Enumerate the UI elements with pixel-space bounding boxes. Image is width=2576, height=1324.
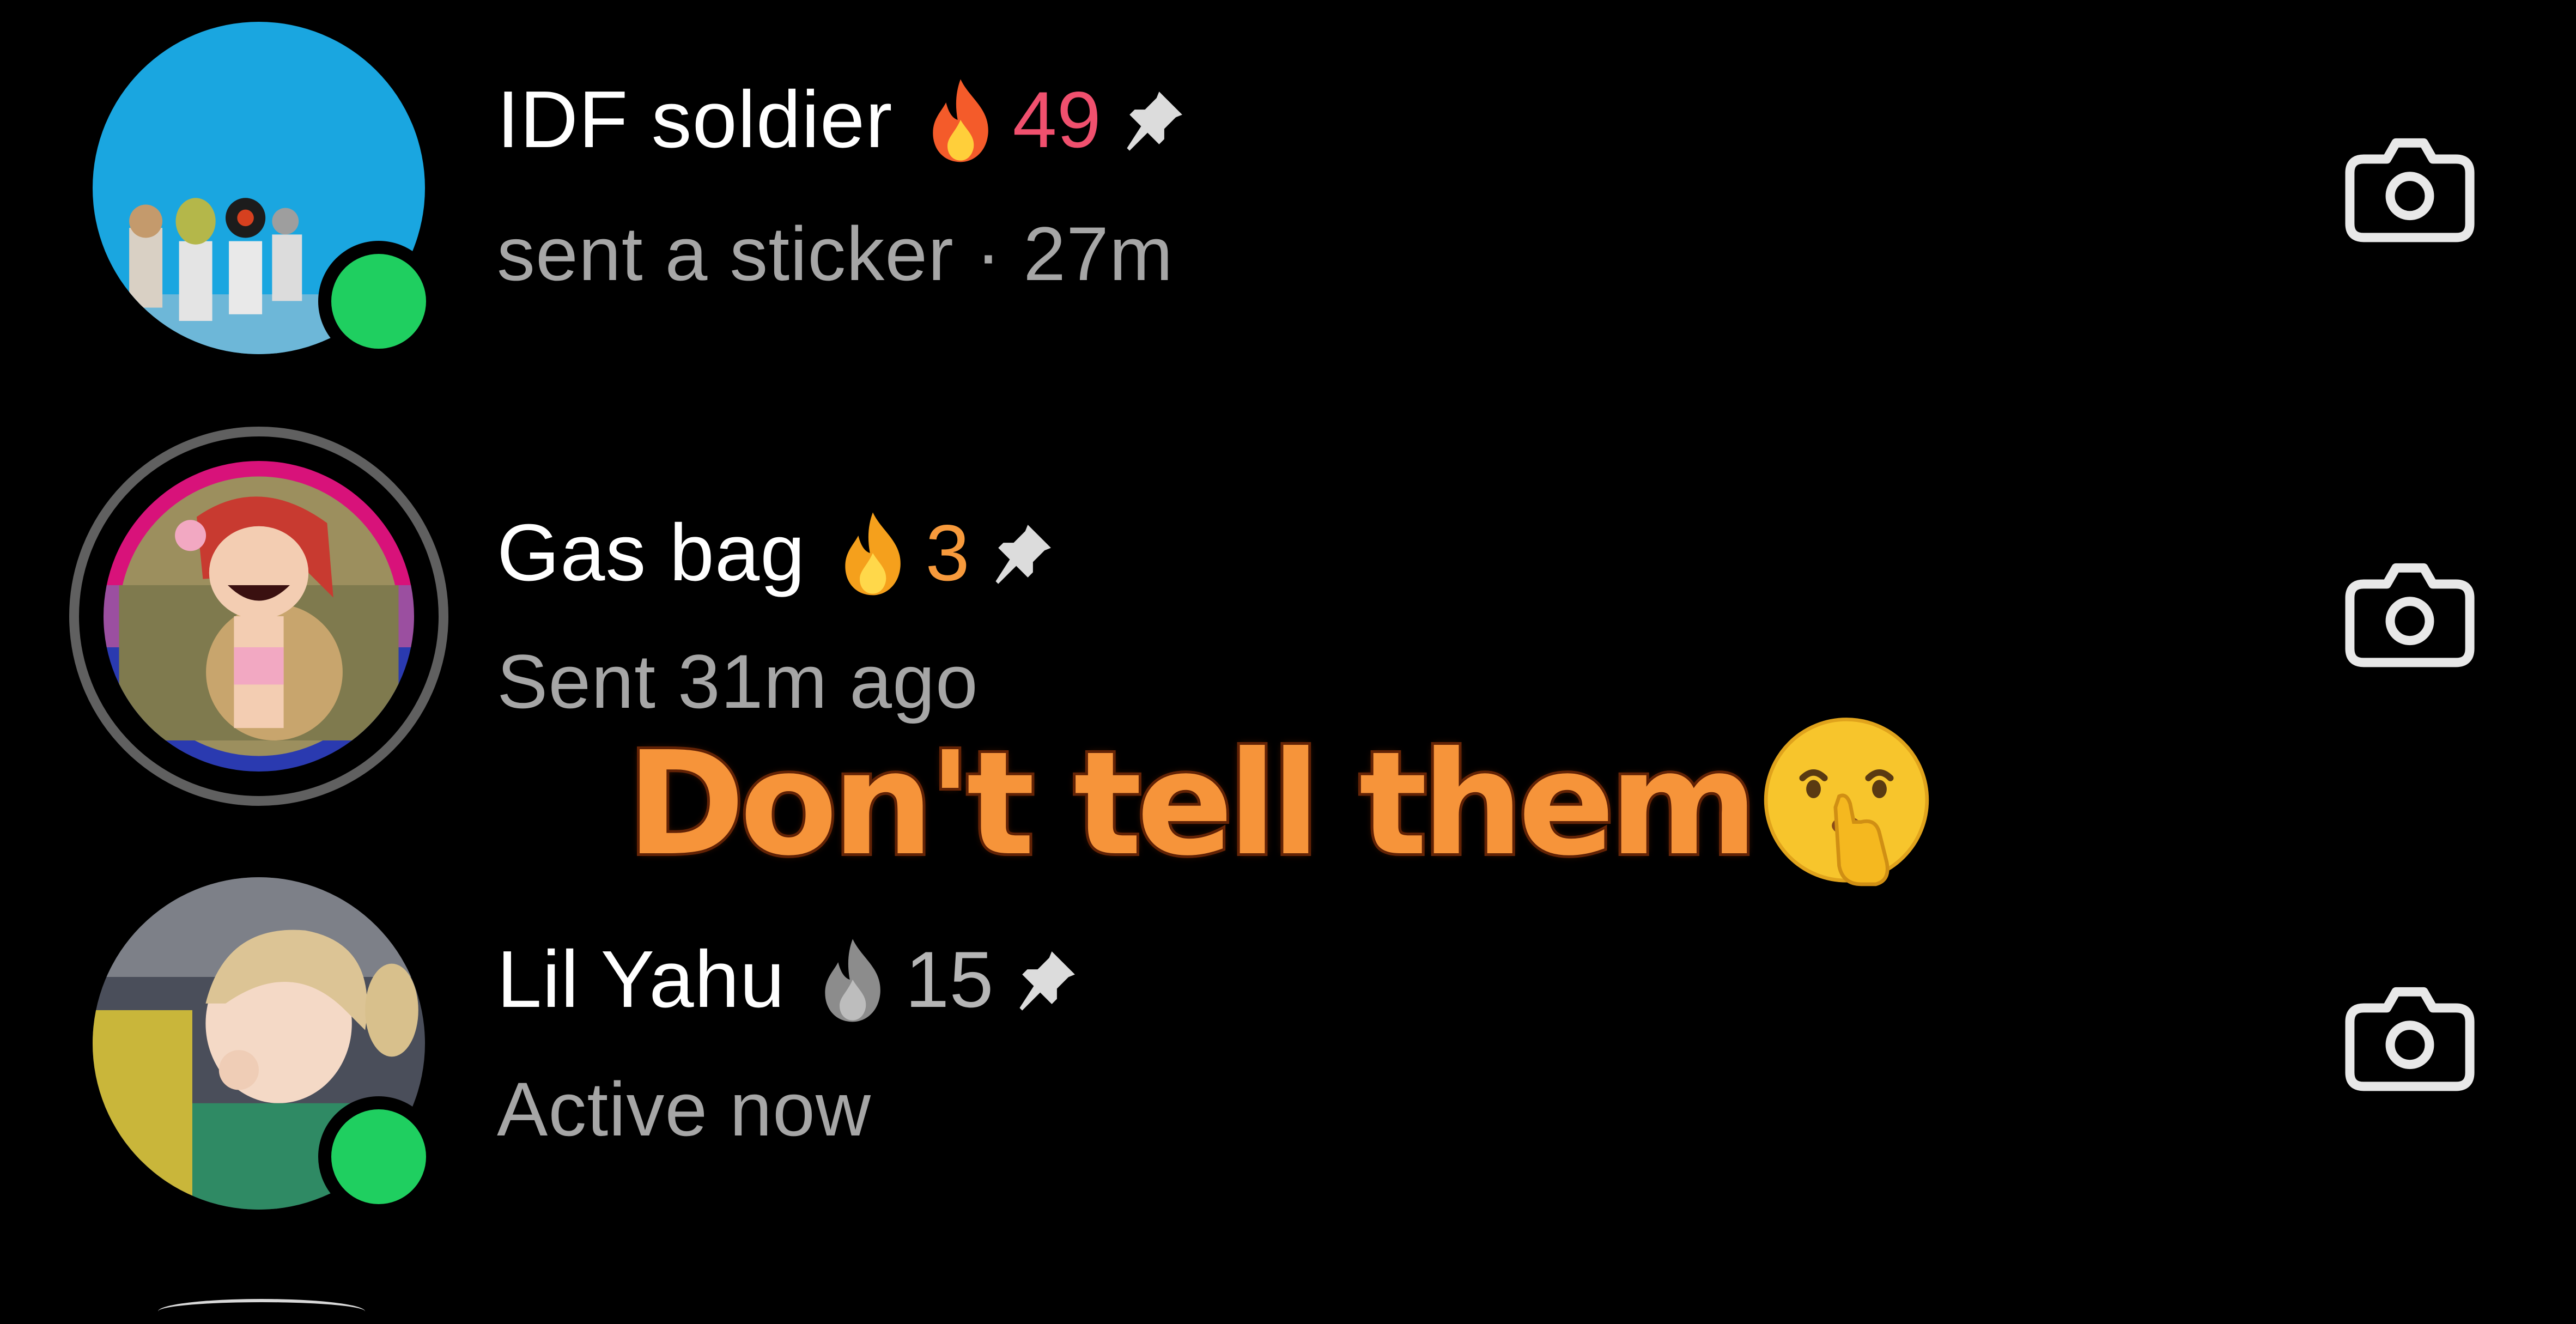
fading-fire-streak-icon	[815, 936, 891, 1023]
camera-icon	[2345, 987, 2475, 1091]
contact-name: Lil Yahu	[497, 934, 786, 1024]
camera-icon	[2345, 563, 2475, 667]
caption-text: Don't tell them	[624, 718, 1761, 890]
pin-icon	[1122, 88, 1186, 152]
camera-icon	[2345, 138, 2475, 242]
shushing-face-emoji	[1755, 712, 1938, 895]
chat-status: Active now	[497, 1066, 871, 1152]
name-line: Gas bag 3	[497, 499, 1055, 608]
fire-streak-icon	[835, 509, 911, 597]
streak-count: 3	[925, 508, 970, 597]
next-avatar-peek	[158, 1299, 365, 1324]
camera-button[interactable]	[2341, 556, 2479, 672]
chat-row-lil-yahu[interactable]: Lil Yahu 15 Active now	[0, 834, 2576, 1297]
name-line: Lil Yahu 15	[497, 925, 1079, 1034]
streak-count: 49	[1012, 75, 1101, 164]
contact-name: IDF soldier	[497, 75, 893, 165]
chat-status: sent a sticker · 27m	[497, 211, 1174, 296]
fire-streak-icon	[922, 76, 999, 163]
camera-button[interactable]	[2341, 980, 2479, 1096]
online-indicator	[318, 241, 439, 362]
name-line: IDF soldier 49	[497, 65, 1186, 174]
camera-button[interactable]	[2341, 131, 2479, 247]
pin-icon	[1014, 948, 1079, 1012]
online-indicator	[318, 1096, 439, 1217]
contact-name: Gas bag	[497, 508, 806, 598]
chat-row-idf-soldier[interactable]: IDF soldier 49 sent a sticker · 27m	[0, 0, 2576, 403]
streak-count: 15	[905, 935, 994, 1024]
pin-icon	[991, 521, 1055, 585]
avatar[interactable]	[104, 461, 414, 772]
overlay-caption: Don't tell them	[624, 711, 1938, 896]
